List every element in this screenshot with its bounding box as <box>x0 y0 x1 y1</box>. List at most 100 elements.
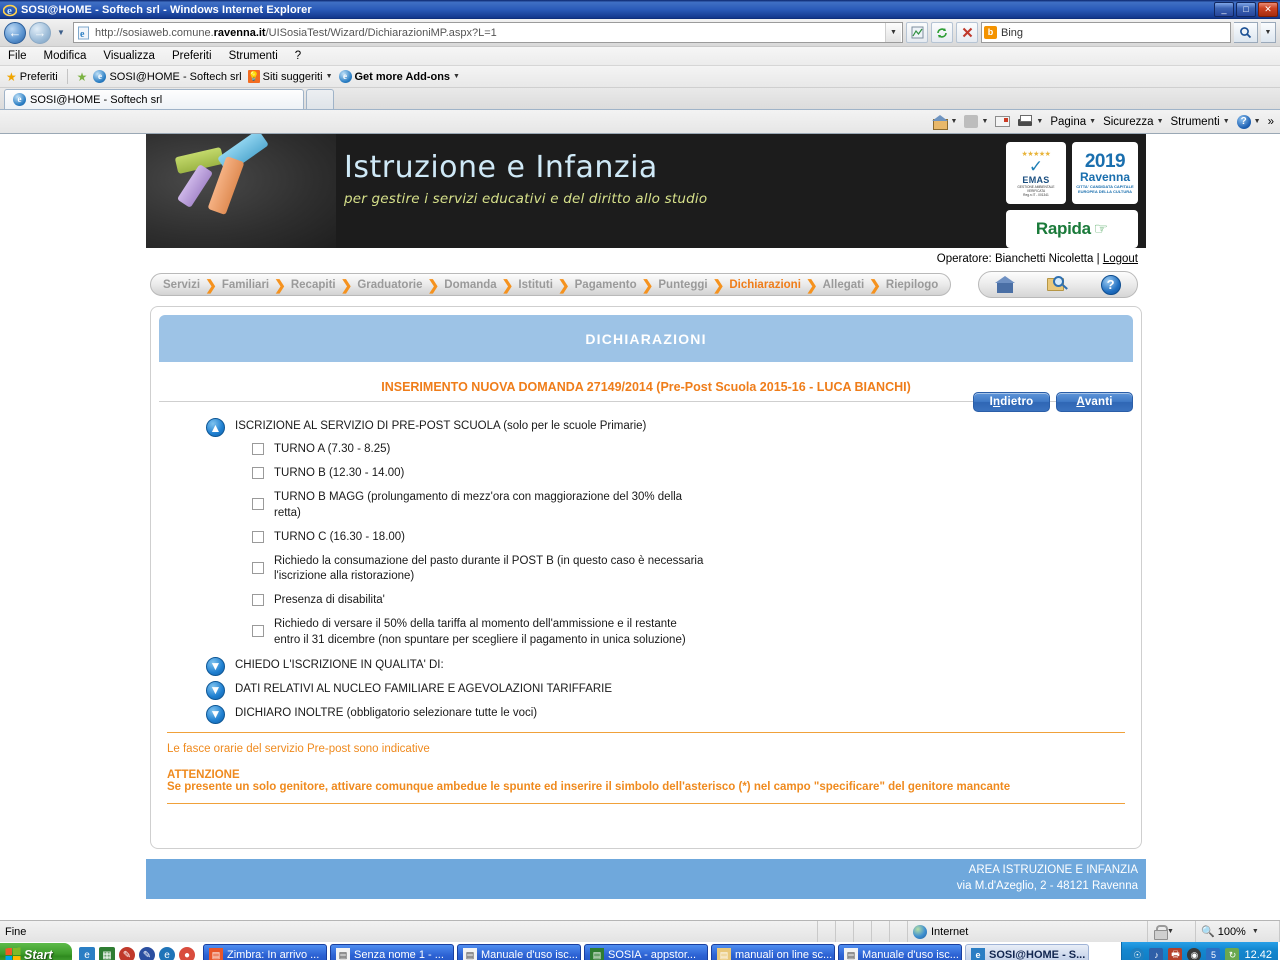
checkbox-row[interactable]: Richiedo la consumazione del pasto duran… <box>252 554 1133 584</box>
volume-icon[interactable]: ♪ <box>1149 948 1164 960</box>
taskbar-button[interactable]: ▤ Manuale d'uso isc... <box>838 944 962 960</box>
address-bar-chevron-down-icon[interactable]: ▼ <box>885 23 901 42</box>
chevron-down-icon[interactable]: ▼ <box>1167 928 1174 935</box>
section-header-1[interactable]: ▼ CHIEDO L'ISCRIZIONE IN QUALITA' DI: <box>206 656 1133 676</box>
checkbox-0-3[interactable] <box>252 530 264 543</box>
refresh-icon[interactable] <box>931 22 953 43</box>
chevron-down-icon[interactable]: ▼ <box>1036 118 1043 125</box>
checkbox-0-4[interactable] <box>252 561 264 574</box>
feeds-button[interactable]: ▼ <box>964 115 988 128</box>
menu-item-help[interactable]: ? <box>295 50 301 62</box>
favorite-link-get-more-addons[interactable]: e Get more Add-ons ▼ <box>338 70 460 83</box>
start-button[interactable]: Start <box>0 943 72 960</box>
breadcrumb-step-familiari[interactable]: Familiari <box>222 279 269 291</box>
antivirus-icon[interactable]: 5 <box>1206 948 1221 960</box>
zoom-control[interactable]: 🔍 100% ▼ <box>1196 921 1280 942</box>
update-icon[interactable]: ↻ <box>1225 948 1240 960</box>
home-button[interactable] <box>994 275 1017 295</box>
menu-item-visualizza[interactable]: Visualizza <box>103 50 155 62</box>
menu-item-modifica[interactable]: Modifica <box>44 50 87 62</box>
command-sicurezza[interactable]: Sicurezza ▼ <box>1103 116 1163 128</box>
breadcrumb-step-pagamento[interactable]: Pagamento <box>575 279 637 291</box>
new-tab-button[interactable] <box>306 89 334 109</box>
checkbox-row[interactable]: TURNO C (16.30 - 18.00) <box>252 530 1133 545</box>
arrow-down-icon[interactable]: ▼ <box>206 656 225 676</box>
checkbox-row[interactable]: TURNO B (12.30 - 14.00) <box>252 466 1133 481</box>
back-navigation-icon[interactable]: ← <box>4 21 26 44</box>
command-bar-overflow[interactable]: » <box>1268 116 1274 128</box>
logout-link[interactable]: Logout <box>1103 253 1138 265</box>
address-bar[interactable]: e http://sosiaweb.comune.ravenna.it/UISo… <box>73 22 903 43</box>
breadcrumb-step-istituti[interactable]: Istituti <box>518 279 553 291</box>
breadcrumb-step-recapiti[interactable]: Recapiti <box>291 279 336 291</box>
arrow-down-icon[interactable]: ▼ <box>206 704 225 724</box>
minimize-button[interactable]: _ <box>1214 2 1234 17</box>
checkbox-row[interactable]: TURNO A (7.30 - 8.25) <box>252 442 1133 457</box>
menu-item-preferiti[interactable]: Preferiti <box>172 50 212 62</box>
favorite-link-siti-suggeriti[interactable]: 💡 Siti suggeriti ▼ <box>247 70 333 83</box>
chevron-down-icon[interactable]: ▼ <box>1254 118 1261 125</box>
favorite-link-sosihome[interactable]: e SOSI@HOME - Softech srl <box>93 70 242 83</box>
command-help[interactable]: ? ▼ <box>1236 114 1261 129</box>
checkbox-0-6[interactable] <box>252 625 264 638</box>
breadcrumb-step-punteggi[interactable]: Punteggi <box>658 279 707 291</box>
chevron-down-icon[interactable]: ▼ <box>1252 928 1259 935</box>
security-zone[interactable]: Internet <box>908 921 1148 942</box>
google-chrome-icon[interactable]: ● <box>179 947 195 960</box>
favorites-button[interactable]: ★ Preferiti <box>6 71 58 83</box>
chevron-down-icon[interactable]: ▼ <box>453 73 460 80</box>
taskbar-button[interactable]: ▤ Manuale d'uso isc... <box>457 944 581 960</box>
chevron-down-icon[interactable]: ▼ <box>981 118 988 125</box>
section-header-3[interactable]: ▼ DICHIARO INOLTRE (obbligatorio selezion… <box>206 704 1133 724</box>
breadcrumb-step-allegati[interactable]: Allegati <box>823 279 865 291</box>
checkbox-0-5[interactable] <box>252 594 264 607</box>
stop-icon[interactable] <box>956 22 978 43</box>
home-button[interactable]: ▼ <box>931 114 958 130</box>
search-box[interactable]: b Bing <box>981 22 1231 43</box>
section-header-2[interactable]: ▼ DATI RELATIVI AL NUCLEO FAMILIARE E AGE… <box>206 680 1133 700</box>
printer-tray-icon[interactable]: 🖶 <box>1168 948 1183 960</box>
arrow-up-icon[interactable]: ▲ <box>206 418 225 437</box>
read-mail-button[interactable] <box>995 116 1011 127</box>
checkbox-row[interactable]: TURNO B MAGG (prolungamento di mezz'ora … <box>252 490 1133 520</box>
compatibility-view-icon[interactable] <box>906 22 928 43</box>
pen-blue-icon[interactable]: ✎ <box>139 947 155 960</box>
taskbar-button[interactable]: ▤ Senza nome 1 - ... <box>330 944 454 960</box>
chevron-down-icon[interactable]: ▼ <box>1089 118 1096 125</box>
breadcrumb-step-servizi[interactable]: Servizi <box>163 279 200 291</box>
help-button[interactable]: ? <box>1099 274 1122 295</box>
back-button[interactable]: In dietro <box>973 392 1050 412</box>
search-submit-icon[interactable] <box>1234 22 1258 43</box>
taskbar-button[interactable]: ▤ Zimbra: In arrivo ... <box>203 944 327 960</box>
taskbar-button[interactable]: ▤ SOSIA - appstor... <box>584 944 708 960</box>
protected-mode-indicator[interactable]: ▼ <box>1148 921 1196 942</box>
taskbar-button[interactable]: ▤ manuali on line sc... <box>711 944 835 960</box>
breadcrumb-step-domanda[interactable]: Domanda <box>444 279 496 291</box>
breadcrumb-step-dichiarazioni[interactable]: Dichiarazioni <box>729 279 801 291</box>
shield-gray-icon[interactable]: ◉ <box>1187 948 1202 960</box>
pen-red-icon[interactable]: ✎ <box>119 947 135 960</box>
checkbox-row[interactable]: Presenza di disabilita' <box>252 593 1133 608</box>
chevron-down-icon[interactable]: ▼ <box>326 73 333 80</box>
chevron-down-icon[interactable]: ▼ <box>951 118 958 125</box>
forward-navigation-icon[interactable]: → <box>29 21 51 44</box>
checkbox-row[interactable]: Richiedo di versare il 50% della tariffa… <box>252 617 1133 647</box>
internet-explorer-icon[interactable]: e <box>159 947 175 960</box>
checkbox-0-1[interactable] <box>252 467 264 480</box>
arrow-down-icon[interactable]: ▼ <box>206 680 225 700</box>
recent-pages-chevron-down-icon[interactable]: ▼ <box>54 28 68 37</box>
section-header-0[interactable]: ▲ ISCRIZIONE AL SERVIZIO DI PRE-POST SCUO… <box>206 418 1133 437</box>
command-strumenti[interactable]: Strumenti ▼ <box>1171 116 1230 128</box>
checkbox-0-0[interactable] <box>252 443 264 455</box>
chevron-down-icon[interactable]: ▼ <box>1223 118 1230 125</box>
menu-item-file[interactable]: File <box>8 50 27 62</box>
checkbox-0-2[interactable] <box>252 498 264 511</box>
network-icon[interactable]: ☉ <box>1130 948 1145 960</box>
add-to-favorites-bar-icon[interactable]: ★ <box>77 71 88 83</box>
show-desktop-icon[interactable]: ▦ <box>99 947 115 960</box>
command-pagina[interactable]: Pagina ▼ <box>1050 116 1096 128</box>
chevron-down-icon[interactable]: ▼ <box>1157 118 1164 125</box>
breadcrumb-step-graduatorie[interactable]: Graduatorie <box>357 279 422 291</box>
close-button[interactable]: ✕ <box>1258 2 1278 17</box>
taskbar-button[interactable]: e SOSI@HOME - S... <box>965 944 1089 960</box>
